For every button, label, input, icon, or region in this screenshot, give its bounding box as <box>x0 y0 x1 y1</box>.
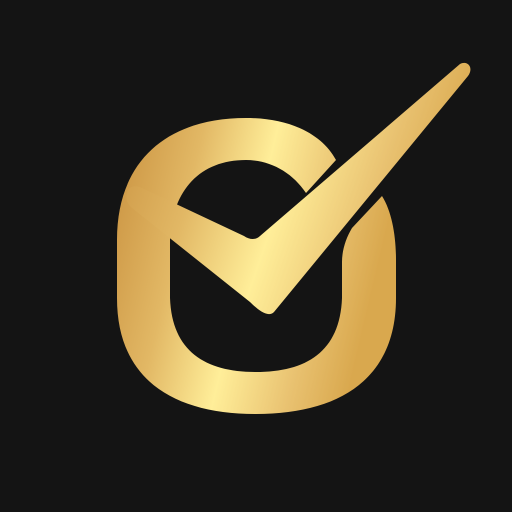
checkmark-logo-icon <box>117 62 471 414</box>
app-icon-canvas <box>0 0 512 512</box>
